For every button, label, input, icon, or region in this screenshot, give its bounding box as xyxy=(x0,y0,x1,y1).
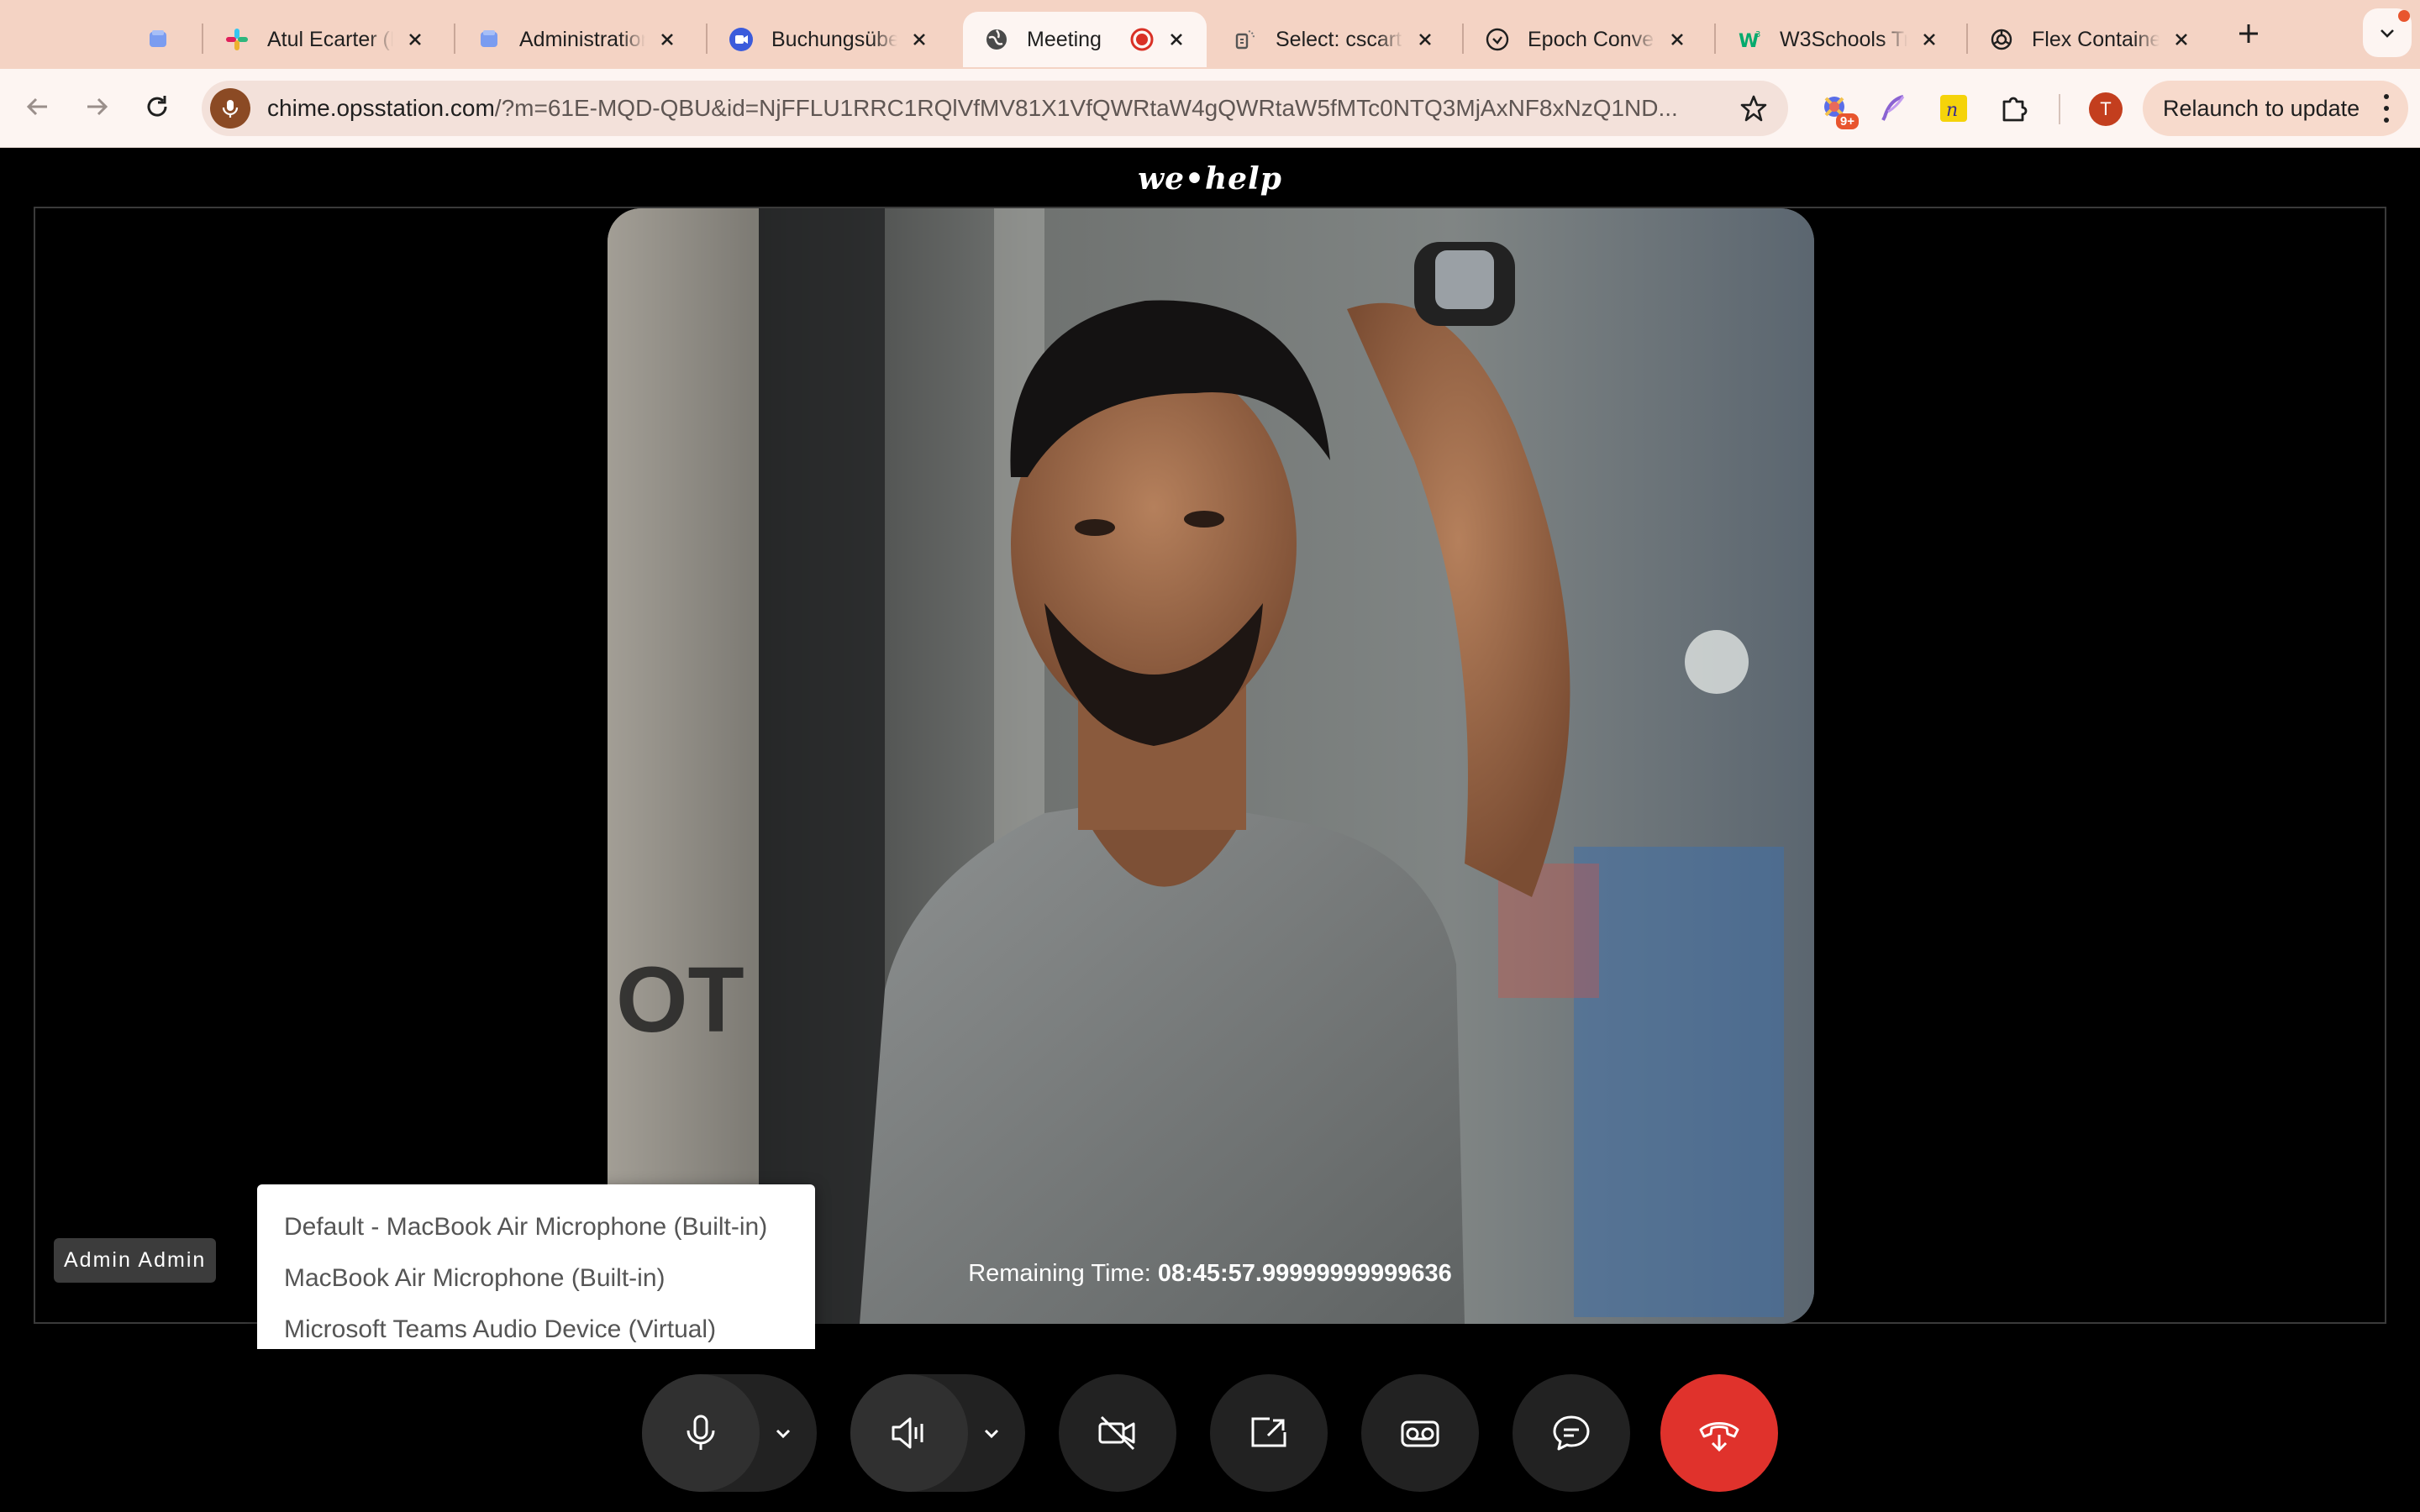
chevron-down-icon xyxy=(776,1429,791,1439)
mic-option[interactable]: Microsoft Teams Audio Device (Virtual) xyxy=(257,1304,815,1355)
tab-title: Buchungsübe xyxy=(771,27,897,51)
back-arrow-icon xyxy=(26,97,47,116)
profile-avatar[interactable]: T xyxy=(2089,92,2123,126)
svg-text:n: n xyxy=(1946,100,1958,121)
hang-up-icon xyxy=(1699,1422,1739,1452)
tab-meeting[interactable]: Meeting xyxy=(963,12,1207,67)
w3schools-icon: W3 xyxy=(1736,26,1763,53)
notification-dot xyxy=(2398,10,2410,22)
feather-pen-icon xyxy=(1881,95,1905,121)
svg-text:OT: OT xyxy=(616,948,744,1052)
reload-button[interactable] xyxy=(136,86,178,128)
tab-search-button[interactable] xyxy=(2363,8,2412,57)
forward-arrow-icon xyxy=(87,97,108,116)
speaker-dropdown-button[interactable] xyxy=(973,1415,1010,1452)
speaker-icon xyxy=(892,1417,923,1449)
microphone-device-menu: Default - MacBook Air Microphone (Built-… xyxy=(257,1184,815,1364)
share-screen-button[interactable] xyxy=(1210,1374,1328,1492)
new-tab-button[interactable] xyxy=(2232,15,2265,52)
camera-off-icon xyxy=(1098,1415,1135,1451)
plus-icon xyxy=(2239,24,2258,43)
notion-extension-button[interactable]: n xyxy=(1934,89,1973,128)
extension-badge-button[interactable]: 9+ xyxy=(1817,89,1859,129)
globe-icon xyxy=(983,26,1010,53)
openai-icon xyxy=(1988,26,2015,53)
tab-title: W3Schools Tr xyxy=(1780,27,1907,51)
meeting-page: we•help OT Admin Admin Remaining Time: 0… xyxy=(0,148,2420,1512)
close-icon[interactable] xyxy=(654,26,681,53)
url-text: chime.opsstation.com/?m=61E-MQD-QBU&id=N… xyxy=(267,95,1678,121)
camera-toggle-button[interactable] xyxy=(1059,1374,1176,1492)
chat-icon xyxy=(1553,1415,1590,1451)
tab-5[interactable]: Select: cscart xyxy=(1212,12,1455,67)
mic-dropdown-button[interactable] xyxy=(765,1415,802,1452)
tab-1[interactable]: Atul Ecarter (D xyxy=(203,12,445,67)
end-call-button[interactable] xyxy=(1660,1374,1778,1492)
tab-8[interactable]: Flex Containe xyxy=(1968,12,2212,67)
tab-2[interactable]: Administration xyxy=(455,12,697,67)
app-icon xyxy=(476,26,502,53)
close-icon[interactable] xyxy=(1916,26,1943,53)
extensions-button[interactable] xyxy=(1995,89,2033,128)
meeting-controls xyxy=(0,1349,2420,1512)
reload-icon xyxy=(147,96,167,117)
address-bar[interactable]: chime.opsstation.com/?m=61E-MQD-QBU&id=N… xyxy=(202,81,1788,136)
chevron-down-icon xyxy=(984,1429,999,1439)
close-icon[interactable] xyxy=(906,26,933,53)
microphone-icon xyxy=(687,1415,715,1450)
remaining-value: 08:45:57.99999999999636 xyxy=(1157,1260,1452,1287)
speaker-button[interactable] xyxy=(850,1374,968,1492)
more-icon[interactable] xyxy=(2381,94,2391,123)
video-stage: OT Admin Admin Remaining Time: 08:45:57.… xyxy=(34,207,2386,1324)
close-icon[interactable] xyxy=(2168,26,2195,53)
brand-logo: we•help xyxy=(1138,161,1282,197)
close-icon[interactable] xyxy=(1412,26,1439,53)
tab-6[interactable]: Epoch Conver xyxy=(1464,12,1707,67)
mic-option[interactable]: MacBook Air Microphone (Built-in) xyxy=(257,1252,815,1304)
chevron-down-icon xyxy=(2381,29,2394,38)
mute-button[interactable] xyxy=(642,1374,760,1492)
tab-title: Select: cscart xyxy=(1276,27,1402,51)
slack-icon xyxy=(224,26,250,53)
close-icon[interactable] xyxy=(402,26,429,53)
db-icon xyxy=(1232,26,1259,53)
puzzle-icon xyxy=(2002,97,2028,122)
tab-0[interactable] xyxy=(124,12,208,67)
tab-title: Atul Ecarter (D xyxy=(267,27,393,51)
back-button[interactable] xyxy=(17,86,59,128)
video-icon xyxy=(728,26,755,53)
remaining-label: Remaining Time: xyxy=(968,1260,1151,1287)
app-icon xyxy=(145,26,171,53)
tab-title: Flex Containe xyxy=(2032,27,2160,51)
tab-3[interactable]: Buchungsübe xyxy=(708,12,950,67)
svg-text:3: 3 xyxy=(1755,30,1760,39)
mic-control xyxy=(642,1374,817,1492)
participant-video: OT xyxy=(608,208,1814,1324)
close-icon[interactable] xyxy=(1664,26,1691,53)
browser-toolbar: chime.opsstation.com/?m=61E-MQD-QBU&id=N… xyxy=(0,69,2420,148)
speaker-control xyxy=(850,1374,1025,1492)
relaunch-button[interactable]: Relaunch to update xyxy=(2143,81,2408,136)
participant-photo: OT xyxy=(608,208,1814,1324)
n-extension-icon: n xyxy=(1940,95,1967,122)
forward-button[interactable] xyxy=(76,86,118,128)
tab-strip: Atul Ecarter (D Administration Buchungsü… xyxy=(0,0,2420,69)
recording-button[interactable] xyxy=(1361,1374,1479,1492)
extension-badge: 9+ xyxy=(1835,113,1859,129)
tab-7[interactable]: W3 W3Schools Tr xyxy=(1716,12,1960,67)
clock-icon xyxy=(1484,26,1511,53)
relaunch-label: Relaunch to update xyxy=(2163,95,2360,121)
tab-title: Administration xyxy=(519,27,645,51)
pen-extension-button[interactable] xyxy=(1874,89,1912,128)
bookmark-star-icon[interactable] xyxy=(1738,92,1770,124)
mic-in-use-icon[interactable] xyxy=(210,88,250,129)
mic-option[interactable]: Default - MacBook Air Microphone (Built-… xyxy=(257,1201,815,1252)
tab-title: Meeting xyxy=(1027,27,1102,51)
close-icon[interactable] xyxy=(1163,26,1190,53)
tab-title: Epoch Conver xyxy=(1528,27,1655,51)
share-screen-icon xyxy=(1251,1417,1286,1447)
voicemail-icon xyxy=(1401,1420,1439,1447)
recording-icon xyxy=(1129,27,1155,52)
chat-button[interactable] xyxy=(1512,1374,1630,1492)
